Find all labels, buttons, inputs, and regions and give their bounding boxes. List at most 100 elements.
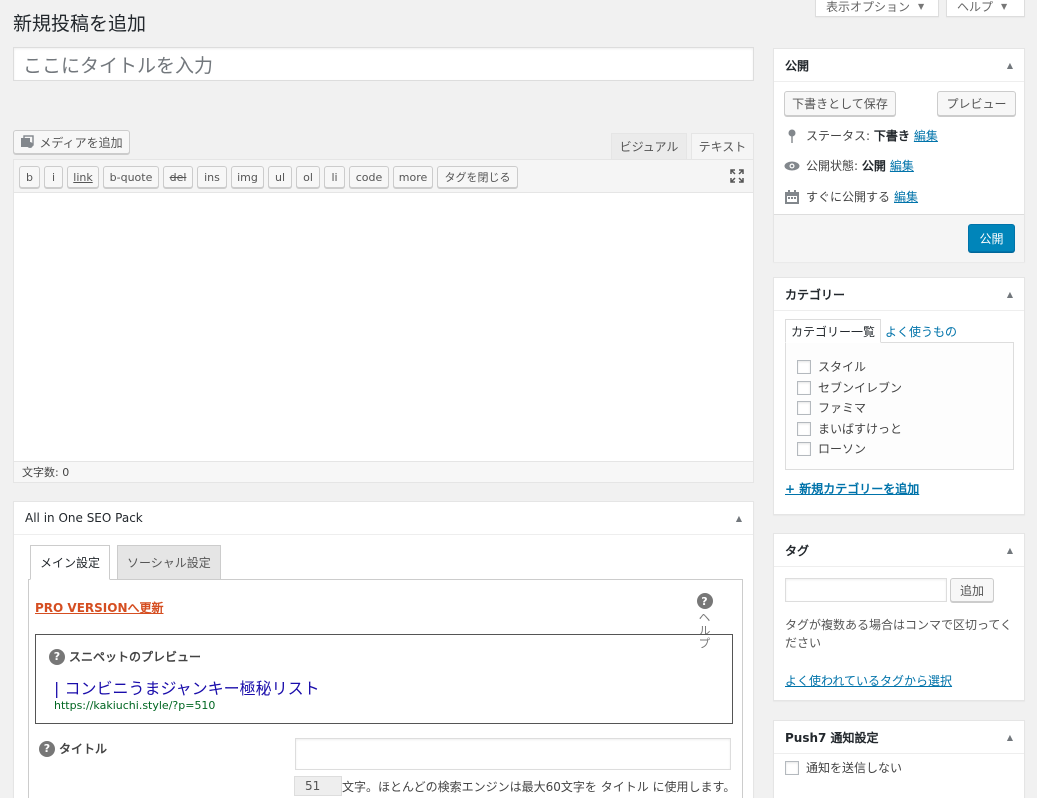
category-label: スタイル xyxy=(818,360,867,374)
push7-box-title: Push7 通知設定 xyxy=(785,730,879,745)
category-label: ローソン xyxy=(818,442,867,456)
qt-code-button[interactable]: code xyxy=(349,166,389,188)
publish-box-title: 公開 xyxy=(785,58,810,73)
categories-box-header[interactable]: カテゴリー ▲ xyxy=(774,278,1024,311)
publish-box-header[interactable]: 公開 ▲ xyxy=(774,49,1024,82)
add-tag-button[interactable]: 追加 xyxy=(950,578,994,602)
preview-button[interactable]: プレビュー xyxy=(937,91,1016,116)
quicktags-toolbar: b i link b-quote del ins img ul ol li co… xyxy=(14,160,753,193)
screen-options-label: 表示オプション xyxy=(826,0,911,14)
help-icon[interactable]: ? xyxy=(39,740,55,757)
category-label: ファミマ xyxy=(818,401,867,415)
choose-popular-tags-link[interactable]: よく使われているタグから選択 xyxy=(785,672,952,689)
visibility-value: 公開 xyxy=(861,159,886,173)
word-count: 文字数: 0 xyxy=(22,466,70,479)
add-new-category-link[interactable]: + 新規カテゴリーを追加 xyxy=(785,480,919,497)
post-title-input[interactable]: ここにタイトルを入力 xyxy=(13,47,754,81)
calendar-icon xyxy=(784,189,800,205)
snippet-label-text: スニペットのプレビュー xyxy=(69,650,202,664)
pro-version-link[interactable]: PRO VERSIONへ更新 xyxy=(35,599,164,616)
category-checkbox[interactable] xyxy=(797,359,811,374)
tab-popular-categories[interactable]: よく使うもの xyxy=(880,319,962,343)
qt-ins-button[interactable]: ins xyxy=(197,166,227,188)
screen-options-tab[interactable]: 表示オプション ▼ xyxy=(815,0,939,17)
qt-bquote-button[interactable]: b-quote xyxy=(103,166,159,188)
help-tab[interactable]: ヘルプ ▼ xyxy=(946,0,1025,17)
editor-status-bar: 文字数: 0 xyxy=(14,461,753,482)
category-label: まいばすけっと xyxy=(818,422,903,436)
status-label: ステータス: xyxy=(806,129,871,143)
category-item[interactable]: まいばすけっと xyxy=(797,420,902,437)
tab-social-settings[interactable]: ソーシャル設定 xyxy=(117,545,221,580)
title-char-count: 51 xyxy=(294,776,342,796)
qt-more-button[interactable]: more xyxy=(393,166,433,188)
add-media-label: メディアを追加 xyxy=(39,135,123,150)
push7-box-header[interactable]: Push7 通知設定 ▲ xyxy=(774,721,1024,754)
categories-box: カテゴリー ▲ カテゴリー一覧 よく使うもの スタイル セブンイレブン ファミマ… xyxy=(773,277,1025,515)
help-tab-label: ヘルプ xyxy=(957,0,994,14)
category-item[interactable]: セブンイレブン xyxy=(797,379,902,396)
category-checkbox[interactable] xyxy=(797,380,811,395)
collapse-icon[interactable]: ▲ xyxy=(736,514,742,523)
no-notify-label: 通知を送信しない xyxy=(806,761,903,775)
qt-ol-button[interactable]: ol xyxy=(296,166,320,188)
post-title-placeholder: ここにタイトルを入力 xyxy=(23,54,214,77)
tab-visual[interactable]: ビジュアル xyxy=(611,133,687,159)
chevron-down-icon: ▼ xyxy=(918,1,925,11)
categories-box-title: カテゴリー xyxy=(785,287,846,302)
category-item[interactable]: スタイル xyxy=(797,358,866,375)
collapse-icon[interactable]: ▲ xyxy=(1007,290,1013,299)
qt-li-button[interactable]: li xyxy=(324,166,345,188)
qt-close-tags-button[interactable]: タグを閉じる xyxy=(437,166,518,188)
seo-title-input[interactable] xyxy=(295,738,731,770)
new-tag-input[interactable] xyxy=(785,578,947,602)
visibility-row: 公開状態: 公開 編集 xyxy=(784,157,914,174)
edit-status-link[interactable]: 編集 xyxy=(914,127,938,144)
help-icon[interactable]: ? xyxy=(49,648,65,665)
category-checkbox[interactable] xyxy=(797,421,811,436)
tags-box-header[interactable]: タグ ▲ xyxy=(774,534,1024,567)
seo-pack-header[interactable]: All in One SEO Pack ▲ xyxy=(14,502,753,535)
content-editor[interactable]: b i link b-quote del ins img ul ol li co… xyxy=(13,159,754,483)
snippet-label: ? スニペットのプレビュー xyxy=(49,648,201,665)
qt-img-button[interactable]: img xyxy=(231,166,264,188)
qt-i-button[interactable]: i xyxy=(44,166,63,188)
qt-del-button[interactable]: del xyxy=(163,166,193,188)
category-label: セブンイレブン xyxy=(818,381,903,395)
category-item[interactable]: ファミマ xyxy=(797,399,866,416)
help-icon: ? xyxy=(696,593,713,609)
snippet-title: | コンビニうまジャンキー極秘リスト xyxy=(54,679,320,698)
qt-b-button[interactable]: b xyxy=(19,166,40,188)
edit-schedule-link[interactable]: 編集 xyxy=(894,188,918,205)
schedule-label: すぐに公開する xyxy=(806,190,891,204)
seo-title-label: ? タイトル xyxy=(39,740,107,757)
media-icon xyxy=(20,135,35,149)
tags-box: タグ ▲ 追加 タグが複数ある場合はコンマで区切ってください よく使われているタ… xyxy=(773,533,1025,701)
status-value: 下書き xyxy=(873,129,910,143)
tab-text[interactable]: テキスト xyxy=(691,133,754,159)
collapse-icon[interactable]: ▲ xyxy=(1007,733,1013,742)
publish-actions: 公開 xyxy=(774,214,1024,262)
category-checkbox[interactable] xyxy=(797,441,811,456)
page-title: 新規投稿を追加 xyxy=(13,13,147,35)
tab-all-categories[interactable]: カテゴリー一覧 xyxy=(785,319,882,343)
save-draft-button[interactable]: 下書きとして保存 xyxy=(784,91,896,116)
collapse-icon[interactable]: ▲ xyxy=(1007,61,1013,70)
tag-hint: タグが複数ある場合はコンマで区切ってください xyxy=(785,618,1013,650)
qt-ul-button[interactable]: ul xyxy=(268,166,292,188)
no-notify-checkbox[interactable] xyxy=(785,760,799,775)
fullscreen-icon[interactable] xyxy=(730,169,744,183)
snippet-url: https://kakiuchi.style/?p=510 xyxy=(54,699,216,712)
push7-notify-row[interactable]: 通知を送信しない xyxy=(785,759,902,776)
publish-button[interactable]: 公開 xyxy=(968,224,1015,252)
seo-title-label-text: タイトル xyxy=(59,742,108,756)
edit-visibility-link[interactable]: 編集 xyxy=(890,157,914,174)
add-media-button[interactable]: メディアを追加 xyxy=(13,130,130,154)
qt-link-button[interactable]: link xyxy=(67,166,99,188)
tab-main-settings[interactable]: メイン設定 xyxy=(30,545,111,580)
category-item[interactable]: ローソン xyxy=(797,440,866,457)
category-checkbox[interactable] xyxy=(797,400,811,415)
collapse-icon[interactable]: ▲ xyxy=(1007,546,1013,555)
visibility-label: 公開状態: xyxy=(806,159,859,173)
chevron-down-icon: ▼ xyxy=(1001,1,1008,11)
